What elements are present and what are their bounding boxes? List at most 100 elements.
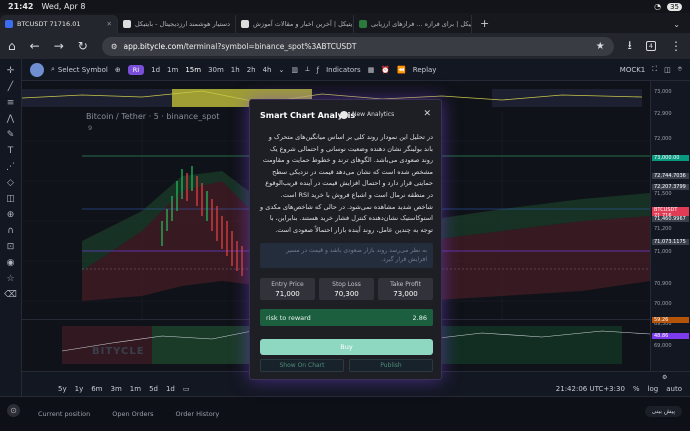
indicator-tag: 59.26 — [652, 317, 689, 323]
tab-current-position[interactable]: Current position — [38, 410, 90, 418]
stop-loss-box: Stop Loss 70,300 — [319, 278, 374, 300]
price-tag: 71,460.9967 — [652, 216, 689, 222]
tab-open-orders[interactable]: Open Orders — [112, 410, 153, 418]
range-1m[interactable]: 1m — [130, 385, 141, 393]
new-tab-button[interactable]: + — [472, 17, 497, 33]
pattern-icon[interactable]: ⋀ — [4, 113, 17, 126]
timeframe-1h[interactable]: 1h — [231, 66, 240, 74]
settings-gear-icon[interactable]: ⚙ — [662, 374, 667, 381]
ri-badge[interactable]: RI — [127, 64, 145, 75]
range-5d[interactable]: 5d — [149, 385, 158, 393]
scale-percent[interactable]: % — [633, 385, 640, 393]
download-icon[interactable]: ⭳ — [628, 36, 632, 57]
tab-title: وبلاگ بایتیکل | برای فرازه ... فرازهای ا… — [371, 20, 472, 28]
trend-line-icon[interactable]: ╱ — [4, 81, 17, 94]
timeframe-15m[interactable]: 15m — [185, 66, 201, 74]
scale-log[interactable]: log — [648, 385, 659, 393]
close-icon[interactable]: ✕ — [107, 20, 112, 28]
range-5y[interactable]: 5y — [58, 385, 67, 393]
back-icon[interactable]: ← — [30, 39, 40, 53]
chevron-down-icon[interactable]: ⌄ — [278, 66, 284, 74]
collapse-panel-icon[interactable]: ⊙ — [7, 404, 20, 417]
timeframe-1m[interactable]: 1m — [167, 66, 178, 74]
timeframe-4h[interactable]: 4h — [263, 66, 272, 74]
tab-count[interactable]: 4 — [645, 41, 656, 51]
timeframe-2h[interactable]: 2h — [247, 66, 256, 74]
url-field[interactable]: ⚙ app.bitycle.com/terminal?symbol=binanc… — [101, 36, 614, 56]
compare-icon[interactable]: ⟂ — [305, 65, 310, 74]
screenshot-icon[interactable]: ◫ — [664, 66, 671, 74]
forecast-icon[interactable]: ⋰ — [4, 161, 17, 174]
status-time: 21:42 — [8, 2, 34, 11]
chevron-down-icon[interactable]: ⌄ — [663, 20, 690, 33]
browser-tab-4[interactable]: وبلاگ بایتیکل | برای فرازه ... فرازهای ا… — [354, 15, 472, 33]
range-1d[interactable]: 1d — [166, 385, 175, 393]
browser-tab-3[interactable]: بایتیکل | آخرین اخبار و مقالات آموزش... … — [236, 15, 354, 33]
bookmark-star-icon[interactable]: ★ — [596, 41, 605, 52]
tab-order-history[interactable]: Order History — [176, 410, 220, 418]
favorites-icon[interactable]: ☆ — [4, 273, 17, 286]
calendar-icon[interactable]: ▭ — [183, 385, 190, 393]
brush-icon[interactable]: ✎ — [4, 129, 17, 142]
price-tag: 73,000.00 — [652, 155, 689, 161]
replay-button[interactable]: Replay — [413, 66, 437, 74]
risk-reward-value: 2.86 — [412, 313, 427, 322]
drawing-tools-sidebar: ✛ ╱ ≡ ⋀ ✎ T ⋰ ◇ ◫ ⊕ ∩ ⊡ ◉ ☆ ⌫ — [0, 59, 22, 396]
indicators-button[interactable]: Indicators — [326, 66, 361, 74]
eye-icon[interactable]: ◉ — [4, 257, 17, 270]
predict-button[interactable]: پیش بینی — [644, 406, 682, 417]
avatar[interactable] — [30, 62, 44, 77]
publish-button[interactable]: Publish — [349, 359, 433, 372]
risk-reward-row: risk to reward 2.86 — [260, 309, 433, 326]
lock-icon[interactable]: ⊡ — [4, 241, 17, 254]
range-1y[interactable]: 1y — [75, 385, 84, 393]
price-tag: 72,744.7036 — [652, 173, 689, 179]
favicon-icon — [241, 20, 249, 28]
timeframe-30m[interactable]: 30m — [208, 66, 224, 74]
template-icon[interactable]: ▦ — [368, 66, 375, 74]
forward-icon[interactable]: → — [54, 39, 64, 53]
candles-icon[interactable]: ▥ — [291, 66, 298, 74]
close-icon[interactable]: ✕ — [423, 109, 431, 119]
replay-icon[interactable]: ⏪ — [397, 66, 406, 74]
indicators-icon[interactable]: ƒ — [317, 66, 319, 74]
account-name[interactable]: MOCK1 — [620, 66, 645, 74]
site-info-icon[interactable]: ⚙ — [111, 42, 118, 51]
reload-icon[interactable]: ↻ — [78, 39, 88, 53]
select-symbol-label: Select Symbol — [57, 65, 108, 74]
tab-title: بایتیکل | آخرین اخبار و مقالات آموزش... — [253, 20, 354, 28]
camera-icon[interactable]: ⌾ — [678, 65, 682, 74]
status-bar: 21:42 Wed, Apr 8 ◔ 35 — [0, 0, 690, 13]
buy-button[interactable]: Buy — [260, 339, 433, 355]
plus-icon[interactable]: ⊕ — [115, 66, 121, 74]
address-bar: ⌂ ← → ↻ ⚙ app.bitycle.com/terminal?symbo… — [0, 33, 690, 59]
price-label: 71,200 — [654, 226, 672, 232]
timeframe-1d[interactable]: 1d — [151, 66, 160, 74]
scale-auto[interactable]: auto — [666, 385, 682, 393]
search-icon: ⌕ — [51, 65, 55, 73]
zoom-icon[interactable]: ⊕ — [4, 209, 17, 222]
watermark-logo: BITYCLE — [92, 346, 145, 357]
alert-icon[interactable]: ⏰ — [381, 66, 390, 74]
ruler-icon[interactable]: ◫ — [4, 193, 17, 206]
fullscreen-icon[interactable]: ⛶ — [652, 65, 657, 74]
trash-icon[interactable]: ⌫ — [4, 289, 17, 302]
refresh-icon[interactable] — [340, 111, 348, 119]
price-scale[interactable]: 73,000 72,900 72,000 71,500 71,200 71,00… — [650, 81, 690, 371]
range-3m[interactable]: 3m — [111, 385, 122, 393]
crosshair-icon[interactable]: ✛ — [4, 65, 17, 78]
range-6m[interactable]: 6m — [91, 385, 102, 393]
menu-dots-icon[interactable]: ⋮ — [670, 39, 682, 53]
home-icon[interactable]: ⌂ — [8, 39, 16, 53]
fib-icon[interactable]: ≡ — [4, 97, 17, 110]
show-on-chart-button[interactable]: Show On Chart — [260, 359, 344, 372]
shapes-icon[interactable]: ◇ — [4, 177, 17, 190]
bottom-panel: ⊙ Current position Open Orders Order His… — [0, 396, 690, 431]
browser-tab-2[interactable]: دستیار هوشمند ارزدیجیتال - بایتیکل ✕ — [118, 15, 236, 33]
text-icon[interactable]: T — [4, 145, 17, 158]
entry-price-label: Entry Price — [271, 281, 304, 288]
magnet-icon[interactable]: ∩ — [4, 225, 17, 238]
browser-tab-1[interactable]: BTCUSDT 71716.01 ✕ — [0, 15, 118, 33]
price-label: 70,900 — [654, 281, 672, 287]
symbol-search[interactable]: ⌕ Select Symbol — [51, 65, 108, 74]
